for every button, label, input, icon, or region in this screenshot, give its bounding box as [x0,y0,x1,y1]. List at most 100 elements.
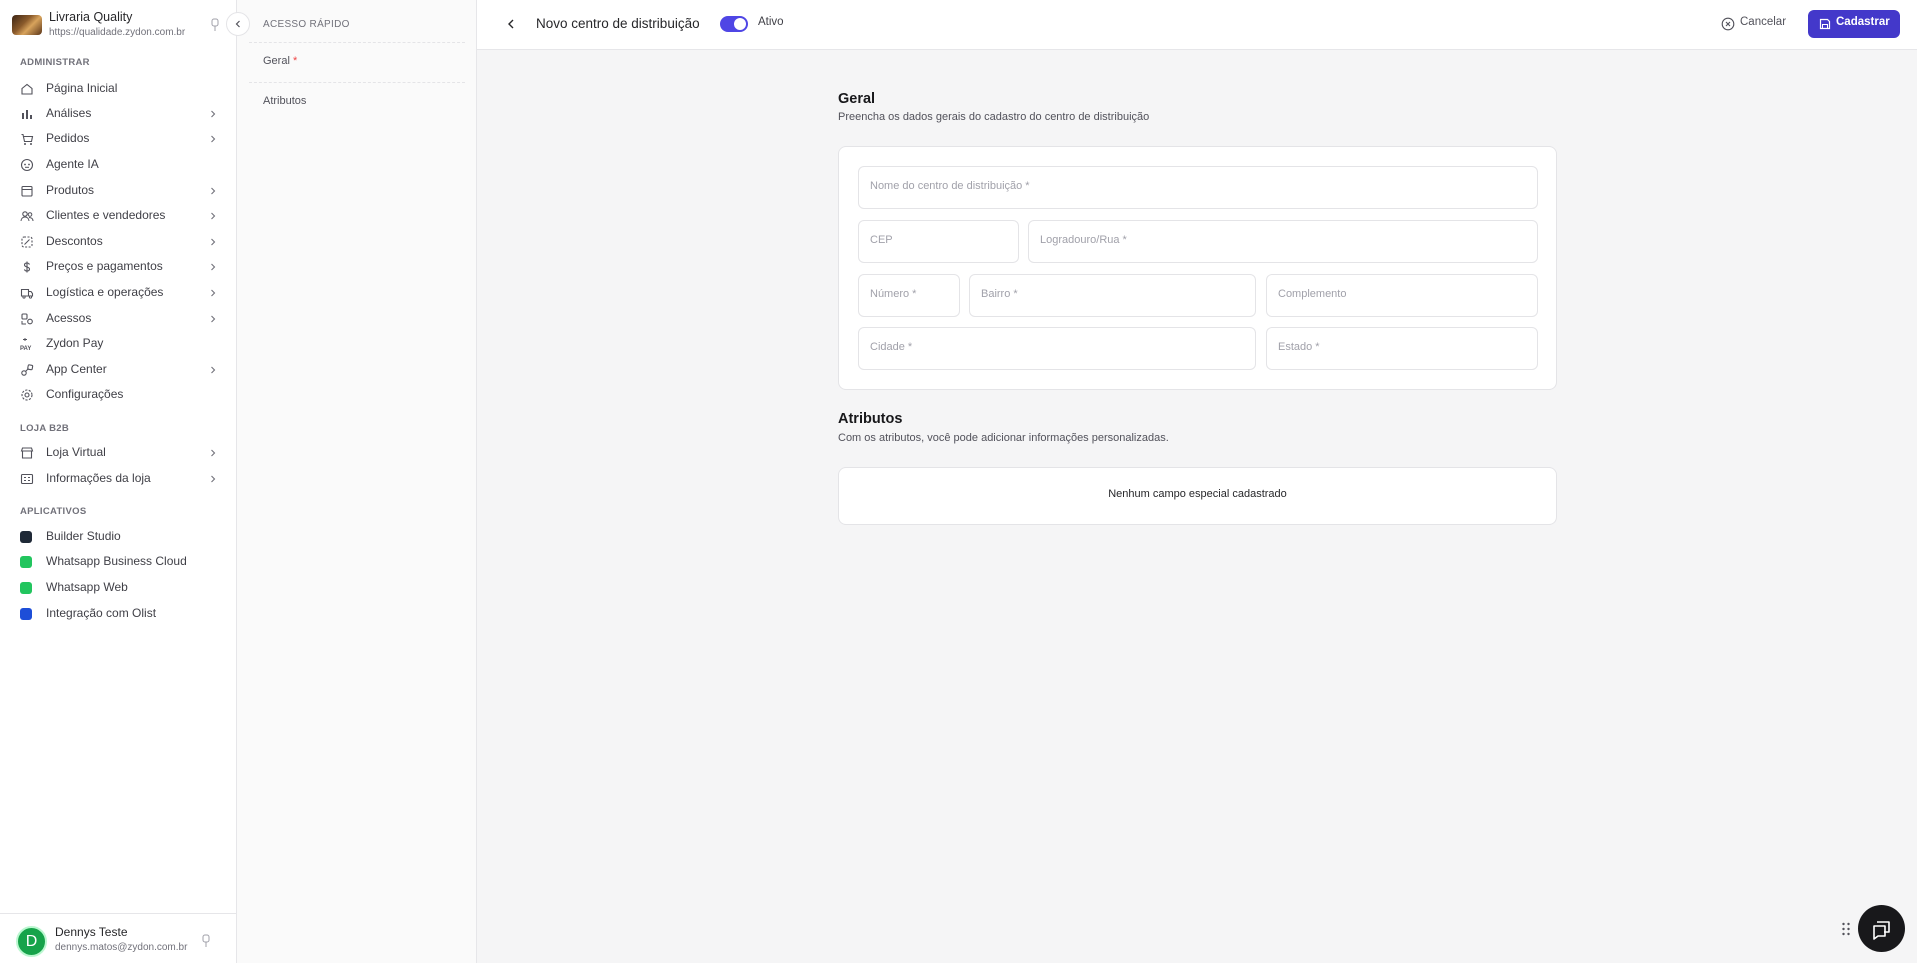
state-field[interactable]: Estado * [1266,327,1538,370]
users-icon [20,211,34,222]
quick-access-item-atributos[interactable]: Atributos [263,95,306,107]
info-card-icon [20,473,34,485]
field-placeholder: Número * [870,288,917,300]
main-content: Geral Preencha os dados gerais do cadast… [477,50,1917,963]
chevron-right-icon [211,135,216,143]
close-circle-icon [1721,17,1735,31]
sidebar-item-zydon-pay[interactable]: PAY Zydon Pay [12,332,224,356]
number-field[interactable]: Número * [858,274,960,317]
avatar: D [16,926,47,957]
sidebar-item-label: Whatsapp Web [46,580,128,594]
sidebar-item-whatsapp-web[interactable]: Whatsapp Web [12,576,224,600]
sidebar-item-label: Análises [46,106,92,120]
sidebar-item-label: Preços e pagamentos [46,259,163,273]
pin-icon[interactable] [209,18,221,32]
dollar-icon [23,261,31,273]
cep-field[interactable]: CEP [858,220,1019,263]
street-field[interactable]: Logradouro/Rua * [1028,220,1538,263]
collapse-sidebar-button[interactable] [226,12,250,36]
cart-icon [21,133,34,145]
field-placeholder: Bairro * [981,288,1018,300]
sidebar-item-builder-studio[interactable]: Builder Studio [12,525,224,549]
sidebar-item-acessos[interactable]: Acessos [12,307,224,331]
chevron-right-icon [211,263,216,271]
sidebar-item-label: Página Inicial [46,81,118,95]
cancel-label: Cancelar [1740,16,1787,28]
sidebar-item-label: Configurações [46,387,124,401]
sidebar-item-configuracoes[interactable]: Configurações [12,383,224,407]
section-subtitle-geral: Preencha os dados gerais do cadastro do … [838,111,1150,123]
sidebar-item-whatsapp-business-cloud[interactable]: Whatsapp Business Cloud [12,550,224,574]
divider [249,42,465,43]
sidebar-item-produtos[interactable]: Produtos [12,179,224,203]
builder-studio-icon [20,531,32,543]
page-header: Novo centro de distribuição Ativo Cancel… [477,0,1917,50]
sidebar-item-agente-ia[interactable]: Agente IA [12,153,224,177]
field-placeholder: Nome do centro de distribuição * [870,180,1030,192]
city-field[interactable]: Cidade * [858,327,1256,370]
quick-access-title: ACESSO RÁPIDO [263,19,350,30]
distribution-center-name-field[interactable]: Nome do centro de distribuição * [858,166,1538,209]
section-subtitle-atributos: Com os atributos, você pode adicionar in… [838,432,1169,444]
page-title: Novo centro de distribuição [536,16,700,31]
grip-icon[interactable] [1841,921,1851,937]
empty-state-text: Nenhum campo especial cadastrado [1108,488,1287,500]
sidebar-item-app-center[interactable]: App Center [12,358,224,382]
section-title-geral: Geral [838,91,876,107]
back-arrow-icon[interactable] [503,16,519,32]
sidebar-item-integracao-com-olist[interactable]: Integração com Olist [12,602,224,626]
sidebar-item-label: Pedidos [46,131,90,145]
whatsapp-icon [20,582,32,594]
cancel-button[interactable]: Cancelar [1721,12,1797,36]
sidebar-item-label: Descontos [46,234,103,248]
sidebar-item-label: Integração com Olist [46,606,157,620]
sidebar-item-label: Agente IA [46,157,99,171]
robot-icon [20,158,34,172]
sidebar-item-pedidos[interactable]: Pedidos [12,127,224,151]
whatsapp-icon [20,556,32,568]
puzzle-icon [21,364,34,376]
active-toggle[interactable] [720,16,748,32]
chevron-right-icon [211,449,216,457]
pin-icon[interactable] [200,934,212,948]
sidebar-item-clientes-e-vendedores[interactable]: Clientes e vendedores [12,204,224,228]
sidebar-item-label: Informações da loja [46,471,151,485]
sidebar-item-logistica-e-operacoes[interactable]: Logística e operações [12,281,224,305]
section-loja-b2b: LOJA B2B [20,423,70,434]
user-email: dennys.matos@zydon.com.br [55,942,188,953]
sidebar-item-label: Loja Virtual [46,445,106,459]
chevron-right-icon [211,187,216,195]
gear-icon [21,389,33,401]
truck-icon [20,288,34,299]
sidebar-item-label: App Center [46,362,107,376]
store-icon [20,447,34,459]
required-mark: * [292,55,298,67]
sidebar-item-informacoes-da-loja[interactable]: Informações da loja [12,467,224,491]
sidebar-item-analises[interactable]: Análises [12,102,224,126]
chevron-right-icon [211,110,216,118]
pay-icon: PAY [20,338,31,351]
complement-field[interactable]: Complemento [1266,274,1538,317]
section-aplicativos: APLICATIVOS [20,506,87,517]
store-logo [12,15,42,35]
divider [249,82,465,83]
quick-access-item-geral[interactable]: Geral * [263,55,297,67]
district-field[interactable]: Bairro * [969,274,1256,317]
section-title-atributos: Atributos [838,411,903,427]
chevron-right-icon [211,212,216,220]
sidebar-item-pagina-inicial[interactable]: Página Inicial [12,77,224,101]
cadastrar-button[interactable]: Cadastrar [1808,10,1900,38]
field-placeholder: Cidade * [870,341,913,353]
sidebar-item-descontos[interactable]: Descontos [12,230,224,254]
user-profile[interactable]: D Dennys Teste dennys.matos@zydon.com.br [0,913,236,963]
sidebar-item-loja-virtual[interactable]: Loja Virtual [12,441,224,465]
field-placeholder: Estado * [1278,341,1320,353]
quick-access-panel: ACESSO RÁPIDO Geral * Atributos [237,0,477,963]
sidebar-item-label: Acessos [46,311,92,325]
store-switcher[interactable]: Livraria Quality https://qualidade.zydon… [12,10,228,42]
sidebar-item-precos-e-pagamentos[interactable]: Preços e pagamentos [12,255,224,279]
user-name: Dennys Teste [55,925,128,939]
chat-button[interactable] [1858,905,1905,952]
chevron-right-icon [211,238,216,246]
app-root: Livraria Quality https://qualidade.zydon… [0,0,1917,963]
